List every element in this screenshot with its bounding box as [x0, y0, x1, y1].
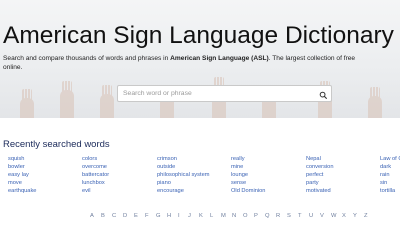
recent-word-link[interactable]: conversion [306, 163, 378, 171]
alphabet-letter-g[interactable]: G [156, 213, 161, 219]
alphabet-letter-v[interactable]: V [320, 213, 324, 219]
alphabet-letter-i[interactable]: I [178, 213, 180, 219]
recent-words-grid: squish bowler easy lay move earthquake c… [0, 155, 400, 195]
recent-word-link[interactable]: lunchbox [82, 179, 154, 187]
subtitle-bold-text: American Sign Language (ASL) [170, 55, 269, 62]
recent-searches-title: Recently searched words [3, 139, 110, 150]
recent-word-link[interactable]: Old Dominion [231, 187, 303, 195]
alphabet-letter-u[interactable]: U [309, 213, 313, 219]
recent-word-link[interactable]: crimson [157, 155, 229, 163]
search-box [117, 85, 332, 102]
alphabet-letter-s[interactable]: S [287, 213, 291, 219]
recent-word-link[interactable]: mine [231, 163, 303, 171]
recent-word-link[interactable]: encourage [157, 187, 229, 195]
alphabet-letter-a[interactable]: A [90, 213, 94, 219]
recent-word-link[interactable]: rain [380, 171, 400, 179]
recent-word-link[interactable]: sense [231, 179, 303, 187]
search-button[interactable] [318, 88, 329, 99]
alphabet-letter-t[interactable]: T [298, 213, 302, 219]
recent-word-link[interactable]: sin [380, 179, 400, 187]
alphabet-letter-m[interactable]: M [221, 213, 226, 219]
recent-word-link[interactable]: dark [380, 163, 400, 171]
recent-word-link[interactable]: evil [82, 187, 154, 195]
word-column: Nepal conversion perfect party motivated [306, 155, 378, 195]
alphabet-letter-j[interactable]: J [188, 213, 191, 219]
alphabet-letter-l[interactable]: L [210, 213, 213, 219]
recent-word-link[interactable]: piano [157, 179, 229, 187]
word-column: colors overcome battercator lunchbox evi… [82, 155, 154, 195]
word-column: crimson outside philosophical system pia… [157, 155, 229, 195]
recent-word-link[interactable]: battercator [82, 171, 154, 179]
subtitle-text-end: . The largest collection of free [268, 55, 356, 62]
recent-word-link[interactable]: Nepal [306, 155, 378, 163]
alphabet-letter-h[interactable]: H [167, 213, 171, 219]
word-column: squish bowler easy lay move earthquake [8, 155, 80, 195]
recent-word-link[interactable]: motivated [306, 187, 378, 195]
alphabet-letter-n[interactable]: N [232, 213, 236, 219]
subtitle-text: Search and compare thousands of words an… [3, 55, 171, 62]
raised-hand-image [60, 81, 74, 118]
alphabet-letter-f[interactable]: F [145, 213, 149, 219]
alphabet-letter-p[interactable]: P [254, 213, 258, 219]
recent-word-link[interactable]: really [231, 155, 303, 163]
recent-word-link[interactable]: earthquake [8, 187, 80, 195]
recent-word-link[interactable]: philosophical system [157, 171, 229, 179]
hero-banner: American Sign Language Dictionary Search… [0, 0, 400, 118]
recent-word-link[interactable]: party [306, 179, 378, 187]
alphabet-letter-q[interactable]: Q [265, 213, 270, 219]
alphabet-letter-c[interactable]: C [112, 213, 116, 219]
recent-word-link[interactable]: move [8, 179, 80, 187]
word-column: really mine lounge sense Old Dominion [231, 155, 303, 195]
alphabet-nav: A B C D E F G H I J K L M N O P Q R S T … [80, 213, 380, 223]
subtitle-text-line2: online. [3, 64, 23, 71]
raised-hand-image [100, 85, 114, 118]
page-title: American Sign Language Dictionary [3, 22, 394, 49]
recent-word-link[interactable]: colors [82, 155, 154, 163]
recent-word-link[interactable]: bowler [8, 163, 80, 171]
page: American Sign Language Dictionary Search… [0, 0, 400, 225]
raised-hand-image [368, 87, 382, 118]
page-subtitle: Search and compare thousands of words an… [3, 54, 400, 72]
recent-word-link[interactable]: tortilla [380, 187, 400, 195]
alphabet-letter-e[interactable]: E [134, 213, 138, 219]
search-icon [319, 91, 327, 99]
recent-word-link[interactable]: squish [8, 155, 80, 163]
alphabet-letter-k[interactable]: K [199, 213, 203, 219]
alphabet-letter-z[interactable]: Z [364, 213, 368, 219]
recent-word-link[interactable]: easy lay [8, 171, 80, 179]
alphabet-letter-w[interactable]: W [331, 213, 336, 219]
recent-word-link[interactable]: overcome [82, 163, 154, 171]
alphabet-letter-x[interactable]: X [342, 213, 346, 219]
recent-word-link[interactable]: Law of G [380, 155, 400, 163]
recent-word-link[interactable]: outside [157, 163, 229, 171]
recent-word-link[interactable]: lounge [231, 171, 303, 179]
recent-word-link[interactable]: perfect [306, 171, 378, 179]
alphabet-letter-y[interactable]: Y [353, 213, 357, 219]
alphabet-letter-d[interactable]: D [123, 213, 127, 219]
raised-hand-image [20, 89, 34, 118]
word-column: Law of G dark rain sin tortilla [380, 155, 400, 195]
alphabet-letter-r[interactable]: R [276, 213, 280, 219]
search-input[interactable] [118, 86, 318, 101]
alphabet-letter-o[interactable]: O [243, 213, 248, 219]
alphabet-letter-b[interactable]: B [101, 213, 105, 219]
